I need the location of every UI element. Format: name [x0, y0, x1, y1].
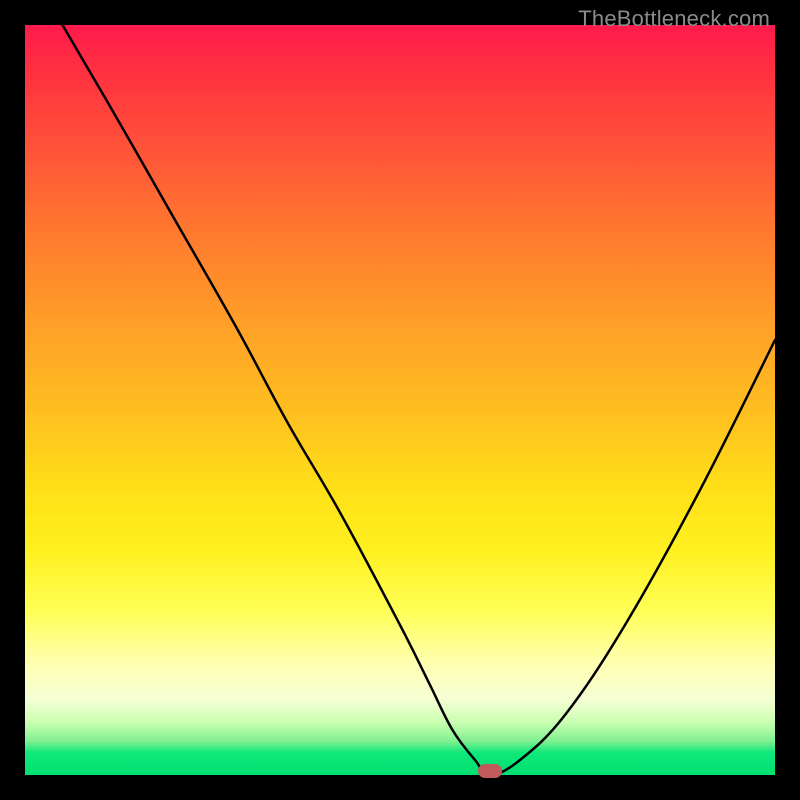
watermark-text: TheBottleneck.com [578, 6, 770, 32]
chart-container: TheBottleneck.com [0, 0, 800, 800]
bottleneck-curve [25, 25, 775, 775]
optimal-point-marker [478, 764, 502, 778]
plot-area [25, 25, 775, 775]
